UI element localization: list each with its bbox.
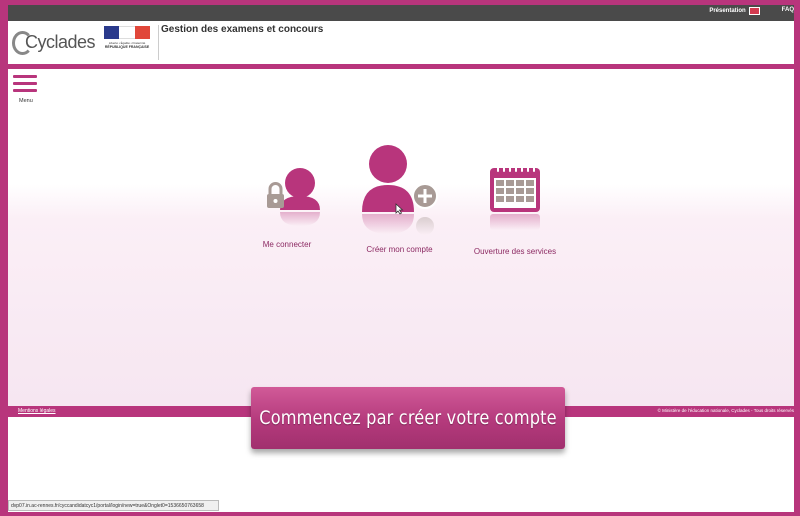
services-opening-tile[interactable]: Ouverture des services: [470, 164, 560, 256]
login-tile[interactable]: Me connecter: [252, 160, 332, 249]
presentation-link[interactable]: Présentation: [709, 7, 760, 15]
status-url: dvp07.in.ac-rennes.fr/cyccandidatcyc1/po…: [11, 503, 204, 509]
presentation-label: Présentation: [709, 8, 746, 14]
faq-link[interactable]: FAQ: [782, 7, 794, 15]
republique-francaise-logo: Liberté • Égalité • Fraternité RÉPUBLIQU…: [104, 26, 150, 57]
copyright-text: © Ministère de l'éducation nationale, Cy…: [657, 408, 794, 413]
cyclades-logo[interactable]: Cyclades: [12, 25, 96, 60]
services-opening-label: Ouverture des services: [473, 247, 557, 256]
calendar-icon: [490, 166, 540, 230]
logo-text: Cyclades: [24, 32, 96, 52]
cta-label: Commencez par créer votre compte: [259, 407, 557, 429]
user-lock-icon: [267, 168, 320, 226]
login-label: Me connecter: [262, 240, 312, 249]
flag-icon: [748, 7, 760, 15]
menu-button[interactable]: [13, 75, 37, 96]
create-account-tile[interactable]: Créer mon compte: [355, 144, 445, 254]
create-account-label: Créer mon compte: [366, 245, 433, 254]
app-title: Gestion des examens et concours: [161, 24, 324, 35]
browser-status-bar: dvp07.in.ac-rennes.fr/cyccandidatcyc1/po…: [8, 500, 219, 511]
user-add-icon: [362, 145, 438, 235]
marianne-republique: RÉPUBLIQUE FRANÇAISE: [104, 45, 150, 49]
legal-notice-link[interactable]: Mentions légales: [18, 408, 56, 414]
header: Cyclades Liberté • Égalité • Fraternité …: [8, 21, 794, 64]
header-divider: [158, 25, 159, 60]
hamburger-icon: [13, 75, 37, 78]
menu-label: Menu: [19, 98, 33, 104]
create-account-cta-button[interactable]: Commencez par créer votre compte: [251, 387, 565, 449]
top-bar: Présentation FAQ: [8, 5, 794, 21]
